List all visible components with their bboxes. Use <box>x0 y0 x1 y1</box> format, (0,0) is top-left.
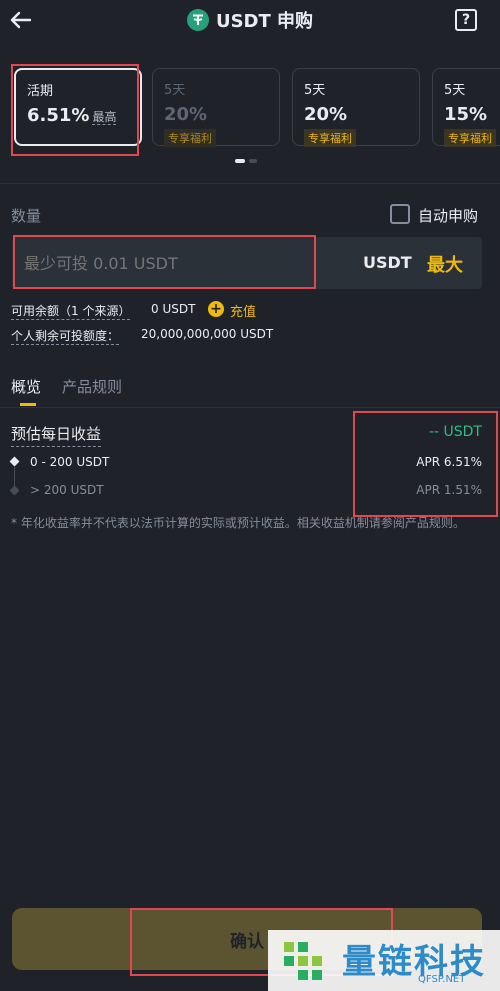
watermark: 量链科技 QFSP.NET <box>268 930 500 991</box>
auto-subscribe-checkbox[interactable] <box>390 204 410 224</box>
product-rate: 20% <box>164 104 208 125</box>
product-term: 5天 <box>444 83 466 98</box>
usdt-logo-icon <box>186 9 209 31</box>
watermark-logo-icon <box>280 938 328 986</box>
carousel-dot-active <box>235 159 245 163</box>
available-balance-value: 0 USDT <box>151 302 196 316</box>
plus-circle-icon[interactable]: + <box>208 301 224 317</box>
carousel-dot <box>249 159 257 163</box>
watermark-site: QFSP.NET <box>418 974 466 985</box>
disclaimer-note: * 年化收益率并不代表以法币计算的实际或预计收益。相关收益机制请参阅产品规则。 <box>11 516 465 530</box>
section-divider <box>0 183 500 184</box>
quantity-label: 数量 <box>11 207 42 225</box>
product-tag: 专享福利 <box>304 129 356 147</box>
remaining-quota-label: 个人剩余可投额度： <box>11 329 120 345</box>
product-rate: 20% <box>304 104 348 125</box>
quantity-unit: USDT <box>363 253 412 272</box>
tab-overview[interactable]: 概览 <box>11 376 41 397</box>
help-icon[interactable]: ? <box>455 9 477 31</box>
available-balance-label: 可用余额（1 个来源） <box>11 304 131 320</box>
highlight-box <box>13 235 316 289</box>
tier-range: > 200 USDT <box>30 483 104 497</box>
est-daily-earnings-label: 预估每日收益 <box>11 423 102 447</box>
product-tag: 专享福利 <box>444 129 496 147</box>
tier-line <box>14 467 15 487</box>
tier-marker-icon <box>9 485 20 496</box>
tier-range: 0 - 200 USDT <box>30 455 110 469</box>
highlight-box <box>353 411 498 517</box>
tab-product-rules[interactable]: 产品规则 <box>62 376 122 397</box>
title-wrap: USDT 申购 <box>0 0 500 40</box>
auto-subscribe-label[interactable]: 自动申购 <box>418 205 478 226</box>
product-tag: 专享福利 <box>164 129 216 147</box>
product-card-5d-1[interactable]: 5天 20% 专享福利 <box>152 68 280 147</box>
product-term: 5天 <box>164 83 186 98</box>
tab-indicator <box>20 403 36 406</box>
product-rate: 15% <box>444 104 488 125</box>
deposit-link[interactable]: 充值 <box>230 301 256 320</box>
highlight-box <box>11 64 139 156</box>
remaining-quota-value: 20,000,000,000 USDT <box>141 327 274 341</box>
tier-marker-icon <box>9 456 20 467</box>
product-card-5d-3[interactable]: 5天 15% 专享福利 <box>432 68 500 147</box>
header: USDT 申购 ? <box>0 0 500 44</box>
product-term: 5天 <box>304 83 326 98</box>
tabs-divider <box>0 407 500 408</box>
page-title: USDT 申购 <box>215 11 314 32</box>
product-card-5d-2[interactable]: 5天 20% 专享福利 <box>292 68 420 147</box>
max-button[interactable]: 最大 <box>427 251 463 277</box>
